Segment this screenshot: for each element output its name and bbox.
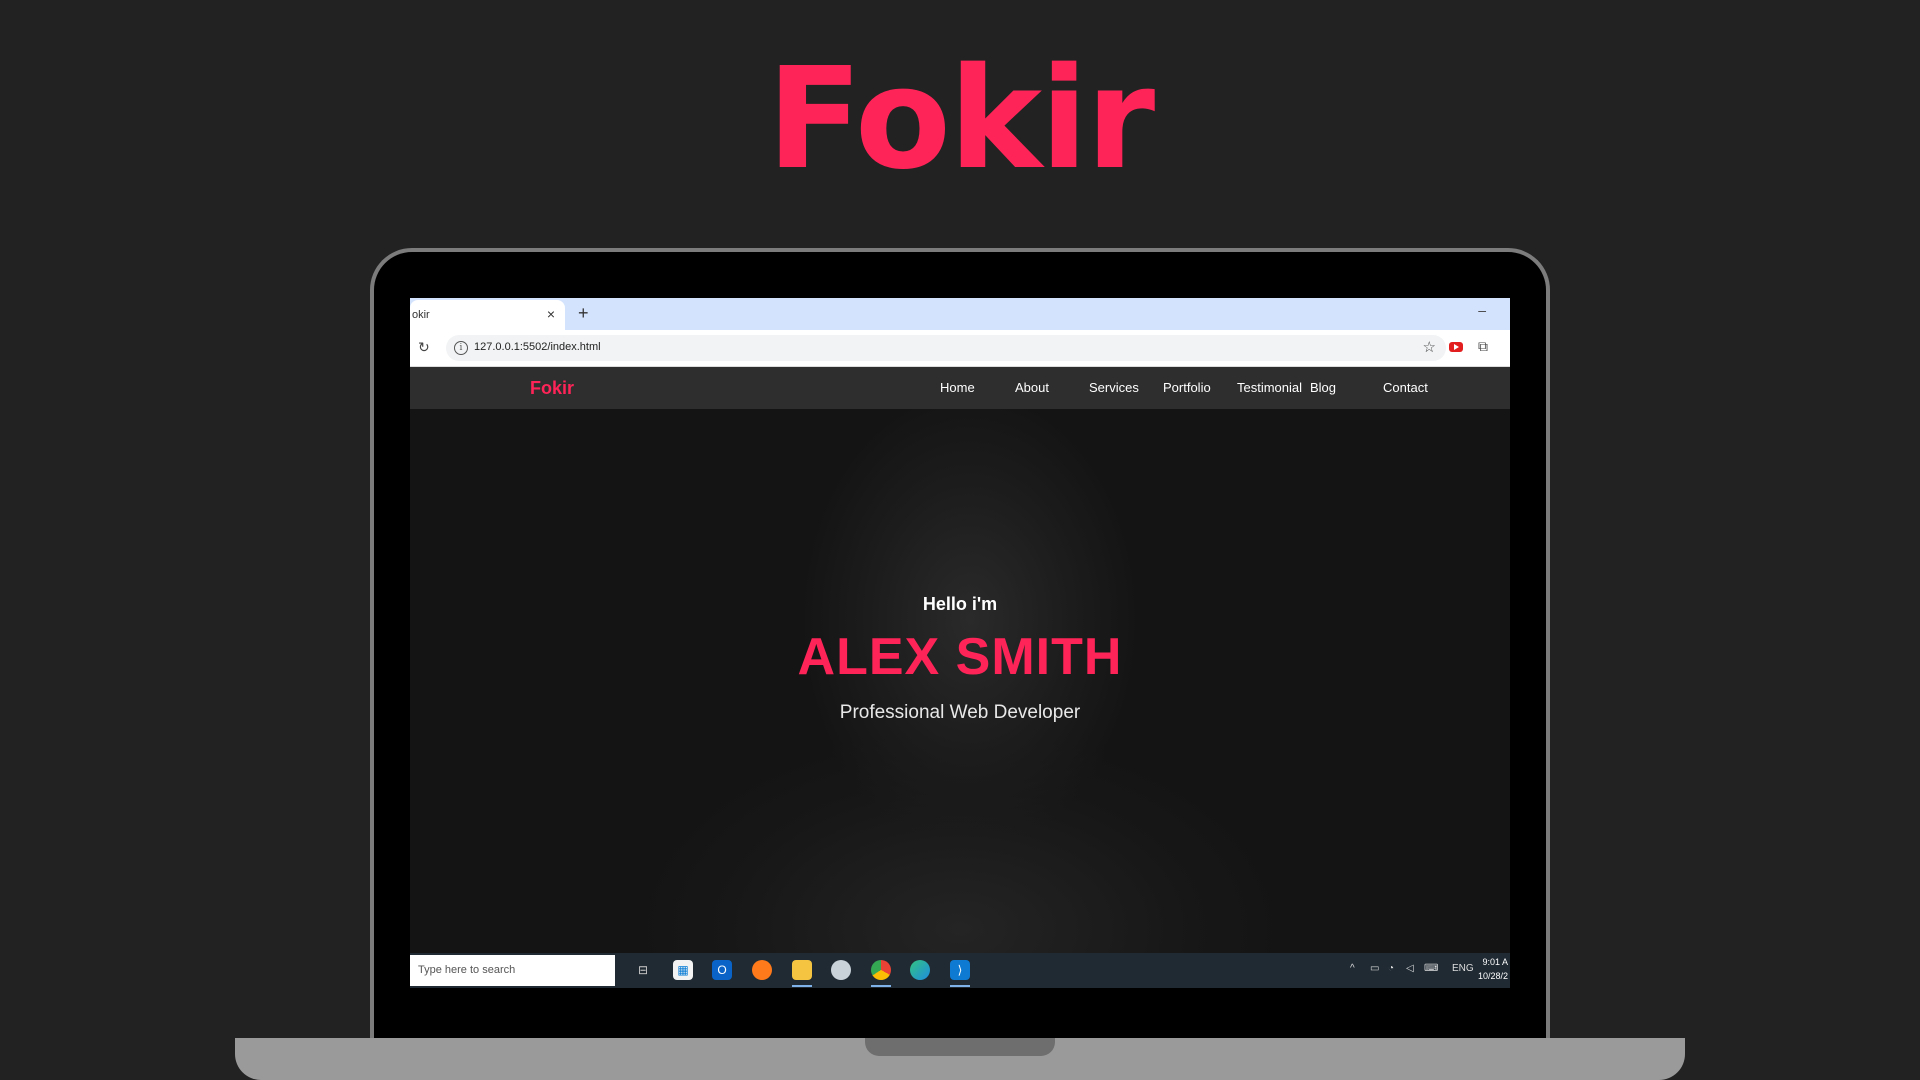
close-tab-icon[interactable]: ×	[547, 306, 555, 322]
reload-icon[interactable]: ↻	[418, 339, 430, 356]
nav-services[interactable]: Services	[1089, 380, 1139, 395]
language-indicator[interactable]: ENG	[1452, 963, 1474, 974]
hero-section: Hello i'm ALEX SMITH Professional Web De…	[410, 409, 1510, 953]
address-bar[interactable]: i 127.0.0.1:5502/index.html ☆	[446, 335, 1446, 361]
laptop-screen: okir × + – ↻ i 127.0.0.1:5502/index.html…	[410, 298, 1510, 988]
site-logo[interactable]: Fokir	[530, 378, 574, 399]
bookmark-star-icon[interactable]: ☆	[1423, 338, 1436, 356]
nav-testimonial[interactable]: Testimonial	[1237, 380, 1302, 395]
tab-title: okir	[412, 309, 430, 321]
minimize-icon[interactable]: –	[1478, 302, 1486, 318]
nav-blog[interactable]: Blog	[1310, 380, 1336, 395]
battery-icon[interactable]: ▭	[1370, 963, 1379, 974]
vscode-active-indicator	[950, 985, 970, 987]
page-title: Fokir	[766, 38, 1155, 201]
youtube-extension-icon[interactable]	[1449, 342, 1463, 352]
clock-time: 9:01 A	[1482, 957, 1508, 967]
hero-greeting: Hello i'm	[922, 594, 998, 614]
edge-icon[interactable]	[910, 960, 930, 980]
taskbar-search[interactable]: Type here to search	[410, 955, 615, 986]
chevron-up-icon[interactable]: ^	[1350, 963, 1355, 974]
taskbar-search-placeholder: Type here to search	[418, 964, 516, 976]
task-view-icon[interactable]: ⊟	[633, 960, 653, 980]
clock-date: 10/28/2	[1477, 971, 1508, 981]
network-icon[interactable]: ◔	[1388, 963, 1394, 974]
browser-tab[interactable]: okir ×	[410, 300, 565, 330]
nav-contact[interactable]: Contact	[1383, 380, 1428, 395]
nav-portfolio[interactable]: Portfolio	[1163, 380, 1211, 395]
site-navbar: Fokir Home About Services Portfolio Test…	[410, 367, 1510, 409]
file-explorer-icon[interactable]	[792, 960, 812, 980]
chrome-icon[interactable]	[871, 960, 891, 980]
keyboard-icon[interactable]: ⌨	[1424, 963, 1438, 974]
url-text[interactable]: 127.0.0.1:5502/index.html	[474, 341, 601, 353]
hero-name: ALEX SMITH	[797, 628, 1123, 686]
volume-icon[interactable]: ◁	[1406, 963, 1414, 974]
firefox-icon[interactable]	[752, 960, 772, 980]
browser-toolbar: ↻ i 127.0.0.1:5502/index.html ☆ ⧉	[410, 330, 1510, 367]
file-explorer-active-indicator	[792, 985, 812, 987]
app-icon[interactable]	[831, 960, 851, 980]
os-taskbar: Type here to search ⊟ ▦ O ⟩ ^ ▭ ◔ ◁ ⌨ EN…	[410, 953, 1510, 988]
hero-role: Professional Web Developer	[839, 702, 1081, 723]
extensions-icon[interactable]: ⧉	[1478, 338, 1488, 355]
browser-tabbar: okir × + –	[410, 298, 1510, 330]
new-tab-icon[interactable]: +	[578, 303, 589, 324]
vscode-icon[interactable]: ⟩	[950, 960, 970, 980]
store-icon[interactable]: ▦	[673, 960, 693, 980]
site-info-icon[interactable]: i	[454, 341, 468, 355]
laptop-notch	[865, 1038, 1055, 1056]
chrome-active-indicator	[871, 985, 891, 987]
system-clock[interactable]: 9:01 A 10/28/2	[1478, 955, 1508, 983]
nav-home[interactable]: Home	[940, 380, 975, 395]
outlook-icon[interactable]: O	[712, 960, 732, 980]
nav-about[interactable]: About	[1015, 380, 1049, 395]
